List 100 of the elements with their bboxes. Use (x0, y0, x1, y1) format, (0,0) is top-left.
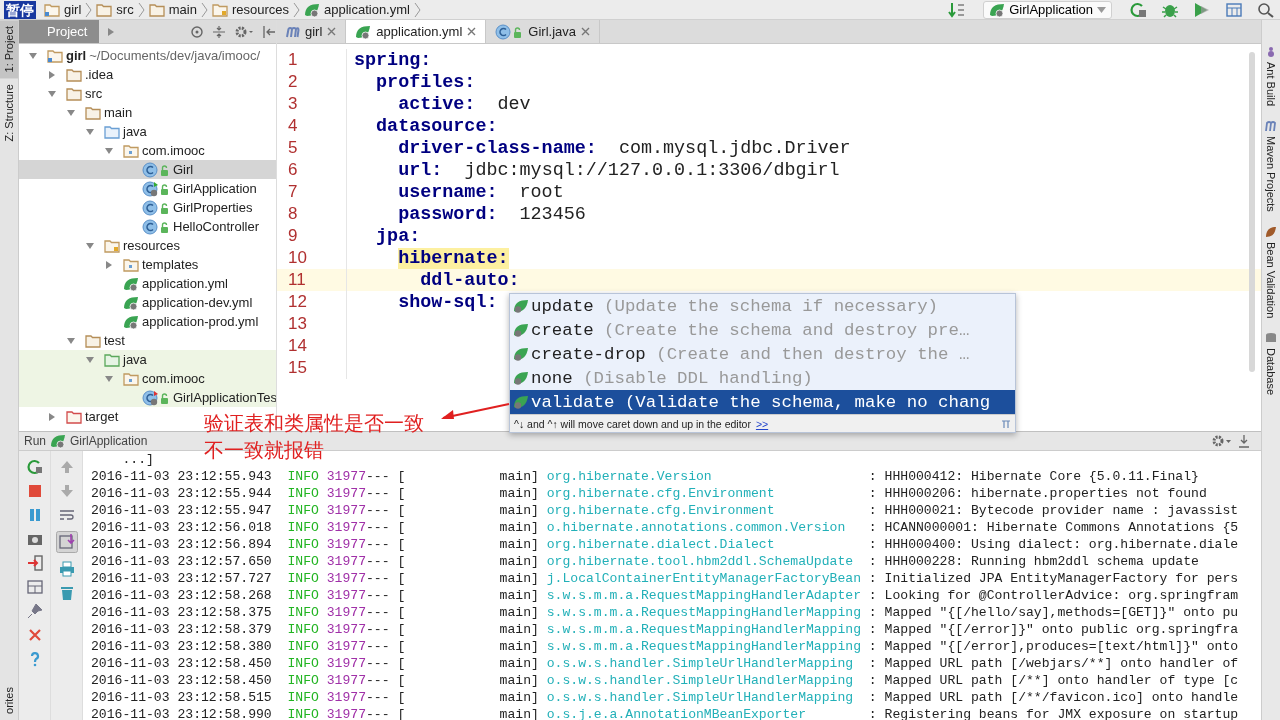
expanded-arrow-icon[interactable] (85, 240, 95, 251)
scrollbar[interactable] (1249, 52, 1255, 372)
tool-window-tab[interactable]: Database (1262, 332, 1280, 396)
tree-item[interactable]: java (19, 122, 147, 141)
collapse-all-icon[interactable] (212, 24, 226, 39)
breadcrumb[interactable]: resources (211, 2, 289, 17)
pin-icon[interactable] (26, 603, 43, 619)
expanded-arrow-icon[interactable] (104, 145, 114, 156)
tree-item[interactable]: application.yml (19, 274, 228, 293)
tree-item[interactable]: .idea (19, 65, 114, 84)
close-icon[interactable] (467, 27, 477, 36)
tool-window-tab[interactable]: orites (0, 681, 18, 720)
close-icon[interactable] (327, 27, 337, 36)
stop-icon[interactable] (26, 483, 43, 499)
tree-item[interactable]: com.imooc (19, 369, 276, 388)
close-icon[interactable] (26, 627, 43, 643)
tree-item[interactable]: application-prod.yml (19, 312, 259, 331)
expanded-arrow-icon[interactable] (66, 335, 76, 346)
run-config-dropdown[interactable]: GirlApplication (983, 0, 1112, 19)
search-icon[interactable] (1257, 1, 1275, 18)
collapsed-arrow-icon[interactable] (104, 259, 114, 270)
run-config-name[interactable]: GirlApplication (70, 434, 148, 448)
tree-item[interactable]: Girl (19, 160, 276, 179)
exit-icon[interactable] (26, 555, 43, 571)
breadcrumb[interactable]: main (148, 2, 197, 17)
log-pid: 31977 (326, 604, 366, 621)
completion-item[interactable]: update (Update the schema if necessary) (510, 294, 1015, 318)
settings-icon[interactable] (1211, 434, 1233, 448)
expanded-arrow-icon[interactable] (66, 107, 76, 118)
collapsed-arrow-icon[interactable] (107, 26, 116, 37)
rerun-icon[interactable] (26, 459, 43, 475)
editor-tab[interactable]: Girl.java (486, 20, 601, 43)
collapsed-arrow-icon[interactable] (47, 69, 57, 80)
expanded-arrow-icon[interactable] (104, 373, 114, 384)
log-level: INFO (287, 553, 320, 570)
tree-item[interactable]: GirlApplication (19, 179, 257, 198)
log-thread: main] (499, 485, 540, 502)
tool-window-tab[interactable]: Z: Structure (0, 78, 18, 148)
log-separator: --- [ (366, 604, 407, 621)
completion-item[interactable]: validate (Validate the schema, make no chang (510, 390, 1015, 414)
tree-item[interactable]: com.imooc (19, 141, 205, 160)
expanded-arrow-icon[interactable] (85, 354, 95, 365)
tree-item[interactable]: resources (19, 236, 181, 255)
log-logger: org.hibernate.Version (546, 468, 713, 485)
down-arrow-icon[interactable] (58, 483, 75, 499)
breadcrumb[interactable]: src (96, 2, 134, 17)
rerun-icon[interactable] (1129, 1, 1147, 18)
tool-window-tab[interactable]: 1: Project (0, 20, 18, 79)
pi-icon[interactable] (1001, 418, 1011, 429)
print-icon[interactable] (58, 561, 75, 577)
log-level: INFO (287, 519, 320, 536)
scroll-to-end-icon[interactable] (55, 531, 78, 553)
layout-icon[interactable] (26, 579, 43, 595)
log-pid: 31977 (326, 638, 366, 655)
up-arrow-icon[interactable] (58, 459, 75, 475)
tool-window-tab[interactable]: Ant Build (1262, 46, 1280, 107)
tool-window-tab[interactable]: Bean Validation (1262, 225, 1280, 319)
tree-item[interactable]: test (19, 331, 125, 350)
breadcrumb[interactable]: application.yml (303, 1, 410, 18)
annotation-text: 验证表和类属性是否一致 (204, 411, 424, 436)
breadcrumb[interactable]: girl (44, 2, 82, 17)
editor-tab[interactable]: application.yml (346, 20, 487, 43)
target-icon[interactable] (190, 24, 204, 39)
log-timestamp: 2016-11-03 23:12:56.018 (91, 519, 273, 536)
completion-item[interactable]: none (Disable DDL handling) (510, 366, 1015, 390)
hint-link[interactable]: >> (755, 417, 769, 430)
tree-item[interactable]: templates (19, 255, 199, 274)
tree-item[interactable]: target (19, 407, 119, 426)
tree-item[interactable]: java (19, 350, 276, 369)
expanded-arrow-icon[interactable] (47, 88, 57, 99)
caret-icon (1097, 6, 1106, 13)
expanded-arrow-icon[interactable] (85, 126, 95, 137)
tree-item[interactable]: src (19, 84, 103, 103)
tree-item[interactable]: application-dev.yml (19, 293, 253, 312)
soft-wrap-icon[interactable] (58, 507, 75, 523)
tool-window-tab[interactable]: Maven Projects (1262, 120, 1280, 212)
hide-panel-icon[interactable] (262, 24, 276, 39)
tree-item[interactable]: girl ~/Documents/dev/java/imooc/ (19, 46, 261, 65)
sort-icon[interactable] (948, 1, 967, 18)
close-icon[interactable] (581, 27, 591, 36)
project-structure-icon[interactable] (1225, 1, 1243, 18)
completion-item[interactable]: create (Create the schema and destroy pre… (510, 318, 1015, 342)
coverage-icon[interactable] (1193, 1, 1211, 18)
folder-icon (66, 86, 82, 101)
tree-label: .idea (85, 67, 114, 82)
log-thread: main] (499, 468, 540, 485)
tree-item[interactable]: main (19, 103, 133, 122)
trash-icon[interactable] (58, 585, 75, 601)
collapsed-arrow-icon[interactable] (47, 411, 57, 422)
class-icon (142, 180, 170, 197)
log-message: : Mapped "{[/error]}" onto public org.springfra (868, 621, 1239, 638)
expanded-arrow-icon[interactable] (28, 50, 38, 61)
tree-item[interactable]: HelloController (19, 217, 259, 236)
download-icon[interactable] (1237, 434, 1251, 448)
tree-item[interactable]: GirlProperties (19, 198, 253, 217)
tree-item[interactable]: GirlApplicationTes (19, 388, 276, 407)
completion-item[interactable]: create-drop (Create and then destroy the … (510, 342, 1015, 366)
log-separator: --- [ (366, 502, 407, 519)
settings-icon[interactable] (234, 24, 254, 39)
log-timestamp: 2016-11-03 23:12:58.990 (91, 706, 273, 720)
